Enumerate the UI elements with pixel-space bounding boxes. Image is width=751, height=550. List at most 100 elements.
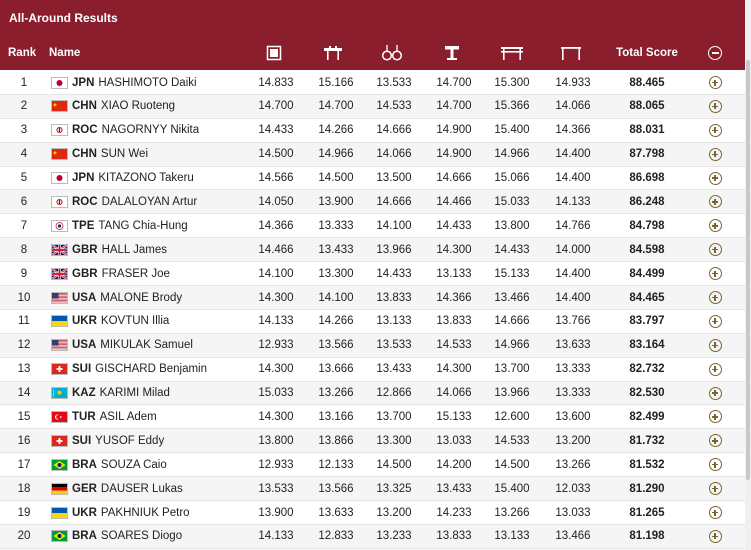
expand-row-button[interactable] <box>700 405 730 428</box>
apparatus-score-cell: 14.233 <box>436 506 472 519</box>
expand-row-button[interactable] <box>700 501 730 524</box>
athlete-name-cell[interactable]: UKR PAKHNIUK Petro <box>72 501 252 524</box>
total-score-column-header[interactable]: Total Score <box>612 36 682 70</box>
expand-row-button[interactable] <box>700 167 730 190</box>
table-row[interactable]: 1 JPN HASHIMOTO Daiki 14.833 15.166 13.533 14.… <box>0 71 745 95</box>
athlete-name-cell[interactable]: JPN HASHIMOTO Daiki <box>72 71 252 94</box>
noc-code: ROC <box>72 124 98 137</box>
sui-flag-icon <box>51 358 68 381</box>
athlete-name-cell[interactable]: GER DAUSER Lukas <box>72 477 252 500</box>
athlete-name-cell[interactable]: KAZ KARIMI Milad <box>72 382 252 405</box>
athlete-name-cell[interactable]: ROC NAGORNYY Nikita <box>72 119 252 142</box>
name-column-header[interactable]: Name <box>49 36 109 70</box>
expand-row-button[interactable] <box>700 477 730 500</box>
apparatus-score-cell: 13.700 <box>494 363 530 376</box>
table-row[interactable]: 12 USA MIKULAK Samuel 12.933 13.566 13.533 14.… <box>0 333 745 358</box>
table-row[interactable]: 16 SUI YUSOF Eddy 13.800 13.866 13.300 13.033 1… <box>0 429 745 454</box>
apparatus-score-cell: 14.700 <box>258 100 294 113</box>
collapse-all-button[interactable] <box>700 36 730 70</box>
expand-row-button[interactable] <box>700 71 730 94</box>
apparatus-score-cell: 14.500 <box>494 458 530 471</box>
athlete-name-cell[interactable]: CHN XIAO Ruoteng <box>72 95 252 118</box>
bra-flag-icon <box>51 525 68 548</box>
table-row[interactable]: 20 BRA SOARES Diogo 14.133 12.833 13.233 13.83… <box>0 524 745 549</box>
athlete-name-cell[interactable]: JPN KITAZONO Takeru <box>72 167 252 190</box>
table-row[interactable]: 8 GBR HALL James 14.466 13.433 13.966 14.300 14… <box>0 238 745 263</box>
athlete-name-cell[interactable]: TPE TANG Chia-Hung <box>72 214 252 237</box>
table-row[interactable]: 2 CHN XIAO Ruoteng 14.700 14.700 14.533 14.700… <box>0 94 745 119</box>
table-row[interactable]: 7 TPE TANG Chia-Hung 14.366 13.333 14.100 14.4… <box>0 214 745 239</box>
table-row[interactable]: 18 GER DAUSER Lukas 13.533 13.566 13.325 13.43… <box>0 477 745 502</box>
noc-code: GER <box>72 482 97 495</box>
apparatus-score-cell: 13.333 <box>555 363 591 376</box>
total-score-cell: 86.248 <box>629 195 665 208</box>
expand-row-button[interactable] <box>700 453 730 476</box>
rank-column-header[interactable]: Rank <box>8 36 40 70</box>
expand-row-button[interactable] <box>700 286 730 309</box>
apparatus-score-cell: 13.633 <box>318 506 354 519</box>
table-row[interactable]: 3 ROC NAGORNYY Nikita 14.433 14.266 14.666 14.… <box>0 119 745 143</box>
table-row[interactable]: 19 UKR PAKHNIUK Petro 13.900 13.633 13.200 14.… <box>0 501 745 525</box>
apparatus-score-cell: 13.766 <box>555 315 591 328</box>
apparatus-score-cell: 14.700 <box>436 76 472 89</box>
expand-row-button[interactable] <box>700 310 730 333</box>
vault-icon <box>440 36 464 70</box>
rank-cell: 18 <box>17 482 31 495</box>
table-row[interactable]: 4 CHN SUN Wei 14.500 14.966 14.066 14.900 14.96… <box>0 142 745 167</box>
expand-row-button[interactable] <box>700 525 730 548</box>
apparatus-score-cell: 14.133 <box>555 195 591 208</box>
athlete-name: SOARES Diogo <box>100 530 183 543</box>
apparatus-score-cell: 14.066 <box>555 100 591 113</box>
athlete-name-cell[interactable]: TUR ASIL Adem <box>72 405 252 428</box>
expand-row-button[interactable] <box>700 190 730 213</box>
expand-row-button[interactable] <box>700 143 730 166</box>
athlete-name-cell[interactable]: GBR HALL James <box>72 238 252 261</box>
table-row[interactable]: 9 GBR FRASER Joe 14.100 13.300 14.433 13.133 15… <box>0 262 745 287</box>
apparatus-score-cell: 14.500 <box>258 148 294 161</box>
total-score-cell: 84.798 <box>629 219 665 232</box>
athlete-name-cell[interactable]: UKR KOVTUN Illia <box>72 310 252 333</box>
athlete-name-cell[interactable]: CHN SUN Wei <box>72 143 252 166</box>
total-score-cell: 83.797 <box>629 315 665 328</box>
apparatus-score-cell: 14.533 <box>494 434 530 447</box>
noc-code: KAZ <box>72 387 96 400</box>
table-row[interactable]: 17 BRA SOUZA Caio 12.933 12.133 14.500 14.200 1… <box>0 453 745 478</box>
plus-circle-icon <box>708 171 722 185</box>
apparatus-score-cell: 14.300 <box>436 363 472 376</box>
athlete-name-cell[interactable]: ROC DALALOYAN Artur <box>72 190 252 213</box>
scrollbar[interactable] <box>745 0 751 550</box>
expand-row-button[interactable] <box>700 214 730 237</box>
athlete-name-cell[interactable]: USA MIKULAK Samuel <box>72 334 252 357</box>
expand-row-button[interactable] <box>700 119 730 142</box>
expand-row-button[interactable] <box>700 95 730 118</box>
table-row[interactable]: 13 SUI GISCHARD Benjamin 14.300 13.666 13.433… <box>0 358 745 382</box>
chn-flag-icon <box>51 95 68 118</box>
table-row[interactable]: 14 KAZ KARIMI Milad 15.033 13.266 12.866 14.06… <box>0 381 745 406</box>
table-row[interactable]: 6 ROC DALALOYAN Artur 14.050 13.900 14.666 14.… <box>0 190 745 215</box>
expand-row-button[interactable] <box>700 358 730 381</box>
apparatus-score-cell: 12.933 <box>258 339 294 352</box>
expand-row-button[interactable] <box>700 334 730 357</box>
athlete-name-cell[interactable]: GBR FRASER Joe <box>72 262 252 285</box>
expand-row-button[interactable] <box>700 382 730 405</box>
expand-row-button[interactable] <box>700 238 730 261</box>
athlete-name: DALALOYAN Artur <box>101 195 198 208</box>
athlete-name-cell[interactable]: USA MALONE Brody <box>72 286 252 309</box>
plus-circle-icon <box>708 434 722 448</box>
athlete-name-cell[interactable]: SUI YUSOF Eddy <box>72 429 252 452</box>
expand-row-button[interactable] <box>700 429 730 452</box>
expand-row-button[interactable] <box>700 262 730 285</box>
athlete-name-cell[interactable]: BRA SOUZA Caio <box>72 453 252 476</box>
apparatus-score-cell: 12.866 <box>376 387 412 400</box>
scrollbar-thumb[interactable] <box>746 60 750 480</box>
table-row[interactable]: 11 UKR KOVTUN Illia 14.133 14.266 13.133 13.83… <box>0 310 745 334</box>
athlete-name-cell[interactable]: BRA SOARES Diogo <box>72 525 252 548</box>
table-row[interactable]: 15 TUR ASIL Adem 14.300 13.166 13.700 15.133 12… <box>0 405 745 430</box>
table-row[interactable]: 5 JPN KITAZONO Takeru 14.566 14.500 13.500 14.… <box>0 167 745 191</box>
ger-flag-icon <box>51 477 68 500</box>
total-score-cell: 84.598 <box>629 243 665 256</box>
athlete-name-cell[interactable]: SUI GISCHARD Benjamin <box>72 358 252 381</box>
apparatus-score-cell: 14.666 <box>376 195 412 208</box>
table-row[interactable]: 10 USA MALONE Brody 14.300 14.100 13.833 14.36… <box>0 286 745 310</box>
apparatus-score-cell: 14.966 <box>318 148 354 161</box>
